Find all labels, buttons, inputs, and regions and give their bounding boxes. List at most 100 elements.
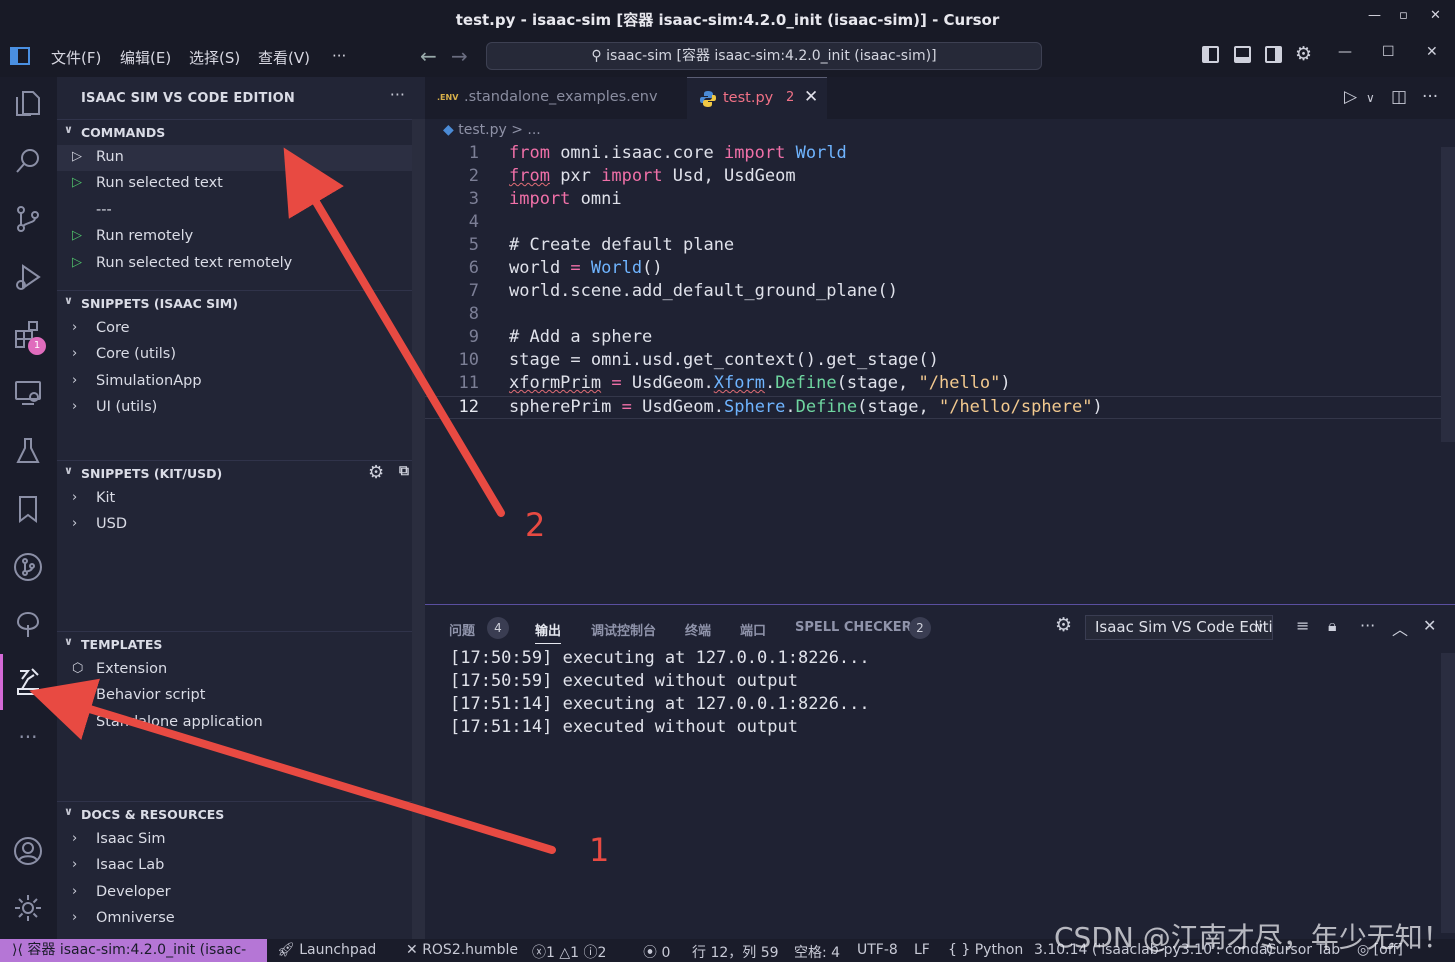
tab-terminal[interactable]: 终端 [685,620,711,639]
breadcrumb[interactable]: ◆ test.py > ... [443,122,541,138]
lock-icon[interactable]: 🔒︎ [1328,616,1337,636]
tab-debug-console[interactable]: 调试控制台 [591,620,656,639]
search-icon[interactable] [12,145,44,177]
menu-edit[interactable]: 编辑(E) [120,47,171,68]
language-mode[interactable]: { } Python [948,942,1023,958]
ports-item[interactable]: ⦿ 0 [643,942,670,962]
sidebar-more-icon[interactable]: ··· [390,85,405,104]
word-wrap-icon[interactable]: ≡ [1296,616,1309,635]
snippet-core-utils[interactable]: › Core (utils) [57,342,412,368]
panel-more-icon[interactable]: ··· [1360,616,1375,635]
sidebar-scrollbar[interactable] [412,119,425,939]
isaac-sim-icon[interactable] [12,665,44,697]
remote-indicator[interactable]: ⟩⟨ 容器 isaac-sim:4.2.0_init (isaac-sim) [0,939,267,962]
editor-more-icon[interactable]: ··· [1422,87,1438,107]
template-extension[interactable]: ⬡ Extension [57,657,412,683]
window-maximize-icon[interactable]: ☐ [1382,44,1395,60]
close-tab-icon[interactable]: ✕ [804,87,818,107]
template-standalone-application[interactable]: ▯ Standalone application [57,710,412,736]
command-center[interactable]: ⚲ isaac-sim [容器 isaac-sim:4.2.0_init (is… [486,42,1042,70]
docs-label: Developer [96,884,171,900]
editor-scrollbar[interactable] [1441,147,1455,442]
template-behavior-script[interactable]: ▯ Behavior script [57,683,412,709]
launchpad-item[interactable]: 🚀︎ Launchpad [277,942,376,958]
token: "/hello" [918,373,1001,393]
tab-ports[interactable]: 端口 [740,620,766,639]
section-templates[interactable]: ∨ TEMPLATES [57,631,412,656]
section-docs-resources[interactable]: ∨ DOCS & RESOURCES [57,801,412,826]
command-run[interactable]: ▷ Run [57,145,412,171]
snippet-kit[interactable]: › Kit [57,486,412,512]
tab-test-py[interactable]: test.py 2 ✕ [687,77,827,119]
menu-view[interactable]: 查看(V) [258,47,310,68]
tree-icon[interactable] [12,609,44,641]
maximize-icon[interactable]: ▫ [1399,8,1408,23]
command-run-selected-remotely[interactable]: ▷ Run selected text remotely [57,251,412,277]
line-ending[interactable]: LF [914,942,930,958]
settings-gear-icon[interactable]: ⚙ [1055,614,1072,636]
section-title: COMMANDS [81,125,166,140]
window-close-icon[interactable]: ✕ [1426,44,1438,60]
section-title: TEMPLATES [81,637,163,652]
snippet-ui-utils[interactable]: › UI (utils) [57,395,412,421]
back-arrow-icon[interactable]: ← [420,44,437,68]
window-minimize-icon[interactable]: — [1338,44,1352,60]
run-debug-icon[interactable] [12,261,44,293]
settings-gear-icon[interactable]: ⚙ [1295,43,1312,65]
git-graph-icon[interactable] [12,551,44,583]
panel-scrollbar[interactable] [1441,653,1455,933]
remote-explorer-icon[interactable] [12,377,44,409]
code-line: 4 [425,212,1445,235]
forward-arrow-icon[interactable]: → [451,44,468,68]
section-snippets-isaac[interactable]: ∨ SNIPPETS (ISAAC SIM) [57,290,412,315]
code-editor[interactable]: 1 from omni.isaac.core import World 2 fr… [425,143,1455,603]
docs-isaac-lab[interactable]: › Isaac Lab [57,853,412,879]
toggle-secondary-sidebar-icon[interactable] [1265,46,1282,63]
settings-icon[interactable] [12,892,44,924]
output-channel-select[interactable]: Isaac Sim VS Code Editi ∨ [1085,615,1273,640]
problems-item[interactable]: ⓧ1 △1 ⓘ2 [532,942,606,962]
snippet-simulationapp[interactable]: › SimulationApp [57,369,412,395]
account-icon[interactable] [12,835,44,867]
command-run-remotely[interactable]: ▷ Run remotely [57,224,412,250]
section-snippets-kit[interactable]: ∨ SNIPPETS (KIT/USD) ⚙ ⧉ [57,460,412,485]
more-icon[interactable]: ··· [12,725,44,757]
command-run-selected[interactable]: ▷ Run selected text [57,171,412,197]
minimize-icon[interactable]: — [1368,8,1381,23]
tab-problems[interactable]: 问题 [449,620,475,639]
maximize-panel-icon[interactable]: ︿ [1392,616,1408,640]
bookmarks-icon[interactable] [12,493,44,525]
close-icon[interactable]: ✕ [1430,8,1441,23]
run-file-icon[interactable]: ▷ [1344,87,1357,107]
tab-output[interactable]: 输出 [535,620,562,644]
encoding[interactable]: UTF-8 [857,942,898,958]
docs-isaac-sim[interactable]: › Isaac Sim [57,827,412,853]
settings-gear-icon[interactable]: ⚙ [368,462,384,483]
indentation[interactable]: 空格: 4 [794,942,840,962]
docs-developer[interactable]: › Developer [57,880,412,906]
toggle-sidebar-icon[interactable] [1202,46,1219,63]
collapse-all-icon[interactable]: ⧉ [399,463,409,479]
tab-spell-checker[interactable]: SPELL CHECKER [795,620,912,635]
snippet-core[interactable]: › Core [57,316,412,342]
split-editor-icon[interactable]: ◫ [1391,87,1407,107]
snippet-usd[interactable]: › USD [57,512,412,538]
close-panel-icon[interactable]: ✕ [1423,616,1436,635]
cursor-position[interactable]: 行 12，列 59 [692,942,779,962]
menu-file[interactable]: 文件(F) [51,47,101,68]
chevron-down-icon: ∨ [64,294,73,307]
toggle-panel-icon[interactable] [1234,46,1251,63]
code-line: 10 stage = omni.usd.get_context().get_st… [425,350,1445,373]
docs-omniverse[interactable]: › Omniverse [57,906,412,932]
ros-item[interactable]: ✕ ROS2.humble [406,942,518,958]
menu-selection[interactable]: 选择(S) [189,47,240,68]
section-commands[interactable]: ∨ COMMANDS [57,119,412,144]
token: ) [1000,373,1011,393]
run-dropdown-chevron-icon[interactable]: ∨ [1366,91,1375,105]
testing-icon[interactable] [12,435,44,467]
menu-more[interactable]: ··· [332,47,346,65]
tab-standalone-examples-env[interactable]: .ENV .standalone_examples.env [425,77,687,119]
language-label: Python [974,942,1024,958]
explorer-icon[interactable] [12,87,44,119]
source-control-icon[interactable] [12,203,44,235]
